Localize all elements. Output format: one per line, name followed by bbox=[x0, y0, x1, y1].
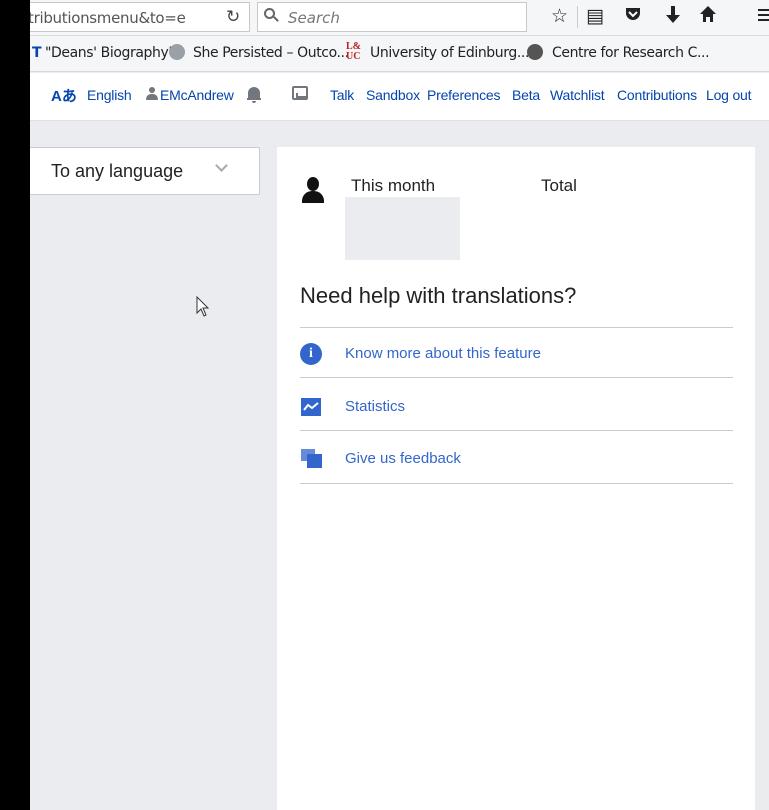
divider bbox=[300, 483, 733, 484]
help-title: Need help with translations? bbox=[300, 283, 577, 308]
search-input[interactable]: Search bbox=[257, 2, 527, 32]
talk-link[interactable]: Talk bbox=[330, 87, 354, 103]
user-icon bbox=[302, 177, 324, 205]
personal-tools-bar: Aあ English EMcAndrew Talk Sandbox Prefer… bbox=[0, 73, 769, 121]
language-link[interactable]: English bbox=[87, 87, 132, 103]
bookmarks-bar: T "Deans' Biography" She Persisted – Out… bbox=[0, 36, 769, 72]
download-icon[interactable] bbox=[665, 5, 681, 31]
divider bbox=[300, 377, 733, 378]
badge-icon bbox=[527, 44, 543, 60]
user-icon bbox=[146, 87, 158, 101]
statistics-icon bbox=[301, 398, 321, 416]
watchlist-link[interactable]: Watchlist bbox=[550, 87, 605, 103]
target-language-label[interactable]: To any language bbox=[51, 161, 183, 182]
statistics-link[interactable]: Statistics bbox=[345, 398, 405, 415]
globe-icon bbox=[169, 44, 185, 60]
notices-tray-icon[interactable] bbox=[292, 86, 308, 100]
url-bar[interactable]: tributionsmenu&to=e ↻ bbox=[0, 2, 250, 32]
home-icon[interactable] bbox=[699, 5, 717, 29]
contributions-link[interactable]: Contributions bbox=[617, 87, 697, 103]
menu-icon[interactable] bbox=[758, 5, 769, 29]
luc-icon: L& UC bbox=[346, 42, 361, 62]
stats-placeholder bbox=[345, 197, 460, 260]
this-month-header: This month bbox=[351, 176, 436, 195]
info-icon: i bbox=[300, 343, 322, 365]
t-icon: T bbox=[32, 45, 42, 61]
reload-icon[interactable]: ↻ bbox=[226, 7, 240, 27]
luc-bottom: UC bbox=[346, 51, 361, 62]
search-placeholder[interactable]: Search bbox=[288, 9, 340, 27]
bookmark-deans-biography[interactable]: "Deans' Biography" bbox=[45, 45, 175, 61]
know-more-link[interactable]: Know more about this feature bbox=[345, 345, 541, 362]
bell-icon[interactable] bbox=[247, 85, 261, 103]
language-icon[interactable]: Aあ bbox=[51, 85, 77, 106]
left-black-bar bbox=[0, 0, 30, 810]
reader-icon[interactable]: ▤ bbox=[586, 4, 604, 28]
bookmark-centre-research[interactable]: Centre for Research C... bbox=[552, 45, 710, 61]
bookmark-university-edinburgh[interactable]: University of Edinburg... bbox=[370, 45, 529, 61]
toolbar-divider bbox=[577, 6, 578, 28]
sandbox-link[interactable]: Sandbox bbox=[366, 87, 420, 103]
target-language-dropdown[interactable]: To any language bbox=[20, 147, 260, 195]
pocket-icon[interactable] bbox=[624, 5, 642, 29]
feedback-icon bbox=[301, 449, 323, 469]
beta-link[interactable]: Beta bbox=[512, 87, 540, 103]
bookmark-she-persisted[interactable]: She Persisted – Outco... bbox=[193, 45, 349, 61]
search-icon bbox=[264, 7, 280, 25]
preferences-link[interactable]: Preferences bbox=[427, 87, 500, 103]
username-link[interactable]: EMcAndrew bbox=[160, 87, 234, 103]
chevron-down-icon[interactable] bbox=[215, 161, 227, 173]
total-header: Total bbox=[541, 176, 577, 195]
url-text[interactable]: tributionsmenu&to=e bbox=[28, 9, 186, 27]
divider bbox=[300, 430, 733, 431]
stats-help-panel: This month Total Need help with translat… bbox=[277, 147, 755, 810]
feedback-link[interactable]: Give us feedback bbox=[345, 450, 461, 467]
browser-toolbar: tributionsmenu&to=e ↻ Search ☆ ▤ bbox=[0, 0, 769, 36]
star-icon[interactable]: ☆ bbox=[551, 4, 568, 28]
mouse-cursor-icon bbox=[196, 296, 210, 317]
logout-link[interactable]: Log out bbox=[706, 87, 752, 103]
divider bbox=[300, 327, 733, 328]
